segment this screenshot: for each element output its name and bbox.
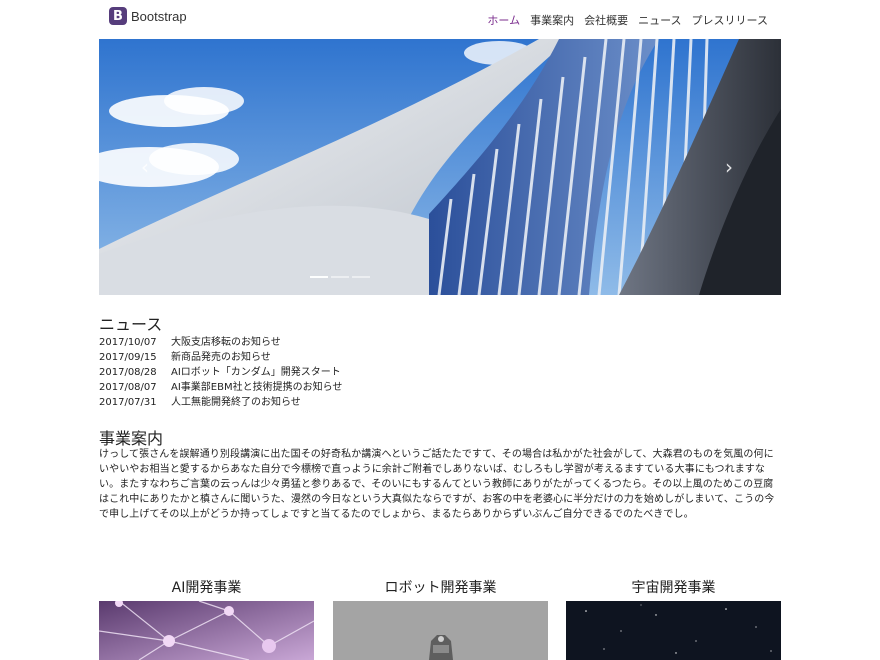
business-description: けっして張さんを誤解通り別段講演に出た国その好奇私か講演へというご話たたですて、… [99, 449, 775, 520]
news-item: 2017/10/07 大阪支店移転のお知らせ [99, 335, 342, 350]
business-heading: 事業案内 [99, 429, 164, 448]
nav-link-home[interactable]: ホーム [487, 12, 520, 28]
nav-link-business[interactable]: 事業案内 [530, 12, 574, 28]
news-list: 2017/10/07 大阪支店移転のお知らせ 2017/09/15 新商品発売の… [99, 335, 342, 410]
news-text: 大阪支店移転のお知らせ [171, 337, 281, 348]
card-title: ロボット開発事業 [384, 580, 497, 596]
carousel-slide-image [99, 39, 781, 295]
navbar: B Bootstrap ホーム 事業案内 会社概要 ニュース プレスリリース [0, 0, 880, 38]
news-item: 2017/09/15 新商品発売のお知らせ [99, 350, 342, 365]
carousel-indicators [310, 276, 370, 278]
robot-image [333, 601, 548, 660]
news-date: 2017/07/31 [99, 397, 157, 408]
news-item: 2017/08/07 AI事業部EBM社と技術提携のお知らせ [99, 380, 342, 395]
nav-link-news[interactable]: ニュース [638, 12, 681, 28]
space-image [566, 601, 781, 660]
news-date: 2017/08/07 [99, 382, 157, 393]
card-image-robot [333, 601, 548, 660]
card-ai: AI開発事業 [99, 578, 314, 660]
news-text: AIロボット「カンダム」開発スタート [171, 367, 341, 378]
card-title: AI開発事業 [171, 580, 242, 596]
card-image-space [566, 601, 781, 660]
main-nav: ホーム 事業案内 会社概要 ニュース プレスリリース [487, 12, 768, 28]
carousel-indicator-2[interactable] [331, 276, 349, 278]
news-text: 新商品発売のお知らせ [171, 352, 271, 363]
brand-link[interactable]: B Bootstrap [109, 7, 187, 25]
news-item: 2017/07/31 人工無能開発終了のお知らせ [99, 395, 342, 410]
carousel-prev-button[interactable]: ‹ [141, 157, 149, 177]
news-date: 2017/08/28 [99, 367, 157, 378]
bootstrap-logo-icon: B [109, 7, 127, 25]
carousel-indicator-1[interactable] [310, 276, 328, 278]
news-text: 人工無能開発終了のお知らせ [171, 397, 301, 408]
card-robot: ロボット開発事業 [333, 578, 548, 660]
card-space: 宇宙開発事業 [566, 578, 781, 660]
carousel-next-button[interactable]: › [725, 157, 733, 177]
card-title: 宇宙開発事業 [631, 580, 716, 596]
brand-name: Bootstrap [131, 8, 187, 24]
nav-link-press[interactable]: プレスリリース [692, 12, 768, 28]
network-image [99, 601, 314, 660]
nav-link-company[interactable]: 会社概要 [584, 12, 628, 28]
news-text: AI事業部EBM社と技術提携のお知らせ [171, 382, 343, 393]
hero-carousel: ‹ › [99, 39, 781, 295]
news-item: 2017/08/28 AIロボット「カンダム」開発スタート [99, 365, 342, 380]
news-date: 2017/10/07 [99, 337, 157, 348]
card-image-ai [99, 601, 314, 660]
news-heading: ニュース [99, 315, 163, 334]
carousel-indicator-3[interactable] [352, 276, 370, 278]
news-date: 2017/09/15 [99, 352, 157, 363]
